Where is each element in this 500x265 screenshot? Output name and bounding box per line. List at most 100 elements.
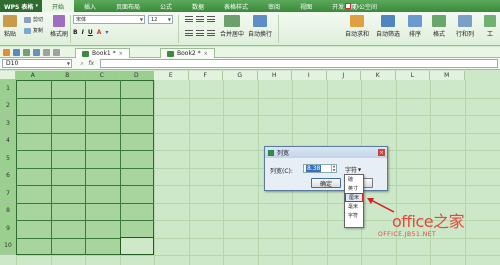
auto-sum-button[interactable]: 自动求和 — [345, 15, 369, 38]
auto-filter-button[interactable]: 自动筛选 — [376, 15, 400, 38]
column-header-l[interactable]: L — [395, 71, 430, 80]
copy-button[interactable]: 复制 — [24, 27, 43, 34]
align-bottom-icon[interactable] — [207, 16, 215, 22]
format-label: 格式 — [432, 31, 445, 38]
cut-button[interactable]: 剪切 — [24, 16, 43, 23]
column-header-a[interactable]: A — [16, 71, 51, 80]
undo-icon[interactable] — [43, 48, 50, 56]
office-space-label: 办公空间 — [353, 3, 378, 11]
row-header-6[interactable]: 6 — [0, 167, 16, 185]
column-header-b[interactable]: B — [50, 71, 85, 80]
select-all-corner[interactable] — [0, 71, 16, 80]
align-center-icon[interactable] — [196, 30, 204, 36]
column-header-e[interactable]: E — [154, 71, 189, 80]
tab-book2[interactable]: Book2 * × — [160, 48, 215, 58]
unit-option[interactable]: 字符 — [345, 211, 363, 220]
redo-icon[interactable] — [53, 48, 60, 56]
row-header-8[interactable]: 8 — [0, 202, 16, 220]
merge-center-button[interactable]: 合并居中 — [220, 15, 244, 38]
italic-icon[interactable]: I — [82, 29, 84, 36]
align-top-icon[interactable] — [185, 16, 193, 22]
bold-icon[interactable]: B — [73, 29, 78, 36]
merge-center-label: 合并居中 — [220, 31, 245, 38]
fx-icon[interactable]: fx — [88, 60, 94, 68]
row-col-button[interactable]: 行和列 — [456, 15, 474, 38]
menu-table-style[interactable]: 表格样式 — [214, 0, 258, 12]
print-icon[interactable] — [23, 48, 30, 56]
app-icon — [268, 149, 274, 156]
unit-option[interactable]: 毫米 — [345, 202, 363, 211]
ok-button[interactable]: 确定 — [311, 178, 341, 188]
column-header-k[interactable]: K — [361, 71, 396, 80]
column-header-g[interactable]: G — [223, 71, 258, 80]
active-cell[interactable] — [120, 237, 154, 255]
close-icon[interactable]: × — [204, 51, 208, 57]
column-header-c[interactable]: C — [85, 71, 120, 80]
row-header-2[interactable]: 2 — [0, 97, 16, 115]
column-width-input[interactable]: 8.38 ▲ ▼ — [303, 164, 337, 173]
font-size-value: 12 — [151, 16, 158, 23]
close-icon[interactable]: × — [378, 149, 385, 156]
row-header-3[interactable]: 3 — [0, 115, 16, 133]
auto-filter-label: 自动筛选 — [376, 31, 401, 38]
preview-icon[interactable] — [33, 48, 40, 56]
column-header-h[interactable]: H — [257, 71, 292, 80]
column-header-f[interactable]: F — [188, 71, 223, 80]
row-col-label: 行和列 — [456, 31, 475, 38]
align-right-icon[interactable] — [207, 30, 215, 36]
font-size-select[interactable]: 12 ▼ — [148, 15, 173, 24]
unit-option[interactable]: 磅 — [345, 175, 363, 184]
save-icon[interactable] — [13, 48, 20, 56]
dialog-title: 列宽 — [277, 150, 290, 157]
menu-home[interactable]: 开始 — [41, 0, 74, 12]
sort-label: 排序 — [408, 31, 421, 38]
auto-sum-label: 自动求和 — [345, 31, 370, 38]
format-painter-button[interactable]: 格式刷 — [50, 15, 68, 38]
zoom-icon[interactable]: ⌕ — [80, 60, 83, 68]
column-header-d[interactable]: D — [119, 71, 154, 80]
align-left-icon[interactable] — [185, 30, 193, 36]
row-header-7[interactable]: 7 — [0, 185, 16, 203]
font-name-select[interactable]: 宋体 ▼ — [73, 15, 145, 24]
paste-button[interactable]: 粘贴 — [3, 15, 17, 38]
app-menu-button[interactable]: WPS 表格 ▾ — [0, 0, 42, 12]
sheet-icon — [167, 50, 174, 57]
fill-color-icon[interactable]: ▾ — [105, 29, 108, 36]
worksheet-button[interactable]: 工 — [484, 15, 496, 38]
wrap-text-button[interactable]: 自动换行 — [248, 15, 272, 38]
name-box[interactable]: D10 ▼ — [2, 59, 72, 68]
unit-option-highlighted[interactable]: 厘米 — [345, 193, 363, 202]
column-header-m[interactable]: M — [430, 71, 465, 80]
unit-select[interactable]: 字符 ▼ — [345, 165, 361, 174]
column-width-dialog: 列宽 × 列宽(C): 8.38 ▲▼ 字符 ▼ 确定 消 — [264, 146, 388, 191]
new-file-icon[interactable] — [3, 48, 10, 56]
align-middle-icon[interactable] — [196, 16, 204, 22]
row-header-9[interactable]: 9 — [0, 220, 16, 238]
spinner-icon[interactable]: ▲ ▼ — [331, 164, 336, 172]
menu-insert[interactable]: 插入 — [74, 0, 106, 12]
tab-book1-label: Book1 * — [92, 50, 116, 57]
close-icon[interactable]: × — [119, 51, 123, 57]
menu-view[interactable]: 视图 — [290, 0, 322, 12]
row-header-4[interactable]: 4 — [0, 132, 16, 150]
menu-formulas[interactable]: 公式 — [150, 0, 182, 12]
sort-button[interactable]: 排序 — [408, 15, 422, 38]
row-header-5[interactable]: 5 — [0, 150, 16, 168]
row-header-10[interactable]: 10 — [0, 237, 16, 255]
office-space-link[interactable]: 办公空间 — [345, 0, 377, 12]
formula-input[interactable] — [100, 59, 498, 68]
column-header-j[interactable]: J — [326, 71, 361, 80]
format-button[interactable]: 格式 — [432, 15, 446, 38]
unit-option[interactable]: 英寸 — [345, 184, 363, 193]
font-color-icon[interactable]: A — [97, 29, 102, 36]
copy-icon — [24, 27, 31, 34]
column-header-i[interactable]: I — [292, 71, 327, 80]
tab-book1[interactable]: Book1 * × — [75, 48, 130, 58]
underline-icon[interactable]: U — [88, 29, 93, 36]
menu-review[interactable]: 审阅 — [258, 0, 290, 12]
row-header-1[interactable]: 1 — [0, 80, 16, 98]
font-name-value: 宋体 — [76, 17, 87, 23]
menu-page-layout[interactable]: 页面布局 — [106, 0, 150, 12]
menu-data[interactable]: 数据 — [182, 0, 214, 12]
selection-line — [16, 220, 154, 221]
